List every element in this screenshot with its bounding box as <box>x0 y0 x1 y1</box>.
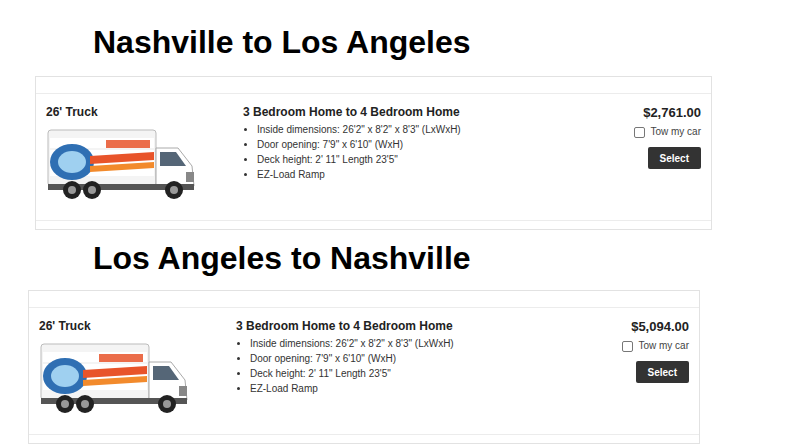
truck-card: 26' Truck 3 Bedroom Home to 4 Bedroom Ho… <box>28 290 700 444</box>
route-section: Nashville to Los Angeles 26' Truck 3 Bedr… <box>0 0 800 230</box>
select-button[interactable]: Select <box>648 147 701 169</box>
spec-item: Inside dimensions: 26'2" x 8'2" x 8'3" (… <box>250 336 622 351</box>
spec-item: Deck height: 2' 11" Length 23'5" <box>250 366 622 381</box>
tow-checkbox[interactable] <box>634 127 645 138</box>
truck-image <box>46 126 243 202</box>
price: $2,761.00 <box>643 104 701 122</box>
price-column: $5,094.00 Tow my car Select <box>622 318 689 416</box>
truck-icon <box>39 340 191 416</box>
truck-row: 26' Truck 3 Bedroom Home to 4 Bedroom Ho… <box>36 93 711 221</box>
tow-checkbox[interactable] <box>622 341 633 352</box>
tow-label: Tow my car <box>638 339 689 353</box>
spec-item: EZ-Load Ramp <box>250 381 622 396</box>
price-column: $2,761.00 Tow my car Select <box>634 104 701 202</box>
spec-item: Door opening: 7'9" x 6'10" (WxH) <box>257 137 634 152</box>
truck-details: 3 Bedroom Home to 4 Bedroom Home Inside d… <box>243 104 634 202</box>
tow-checkbox-row[interactable]: Tow my car <box>634 125 701 139</box>
select-button[interactable]: Select <box>636 361 689 383</box>
truck-card: 26' Truck 3 Bedroom Home to 4 Bedroom Ho… <box>35 76 712 230</box>
truck-description: 3 Bedroom Home to 4 Bedroom Home <box>236 318 622 334</box>
spec-item: EZ-Load Ramp <box>257 167 634 182</box>
truck-icon <box>46 126 198 202</box>
spec-list: Inside dimensions: 26'2" x 8'2" x 8'3" (… <box>257 122 634 182</box>
tow-label: Tow my car <box>650 125 701 139</box>
truck-name: 26' Truck <box>46 104 243 120</box>
spec-item: Door opening: 7'9" x 6'10" (WxH) <box>250 351 622 366</box>
truck-details: 3 Bedroom Home to 4 Bedroom Home Inside d… <box>236 318 622 416</box>
spec-item: Inside dimensions: 26'2" x 8'2" x 8'3" (… <box>257 122 634 137</box>
tow-checkbox-row[interactable]: Tow my car <box>622 339 689 353</box>
truck-row: 26' Truck 3 Bedroom Home to 4 Bedroom Ho… <box>29 307 699 435</box>
truck-name: 26' Truck <box>39 318 236 334</box>
truck-image <box>39 340 236 416</box>
route-section: Los Angeles to Nashville 26' Truck 3 Bedr… <box>0 230 800 444</box>
truck-column: 26' Truck <box>39 318 236 416</box>
price: $5,094.00 <box>631 318 689 336</box>
spec-list: Inside dimensions: 26'2" x 8'2" x 8'3" (… <box>250 336 622 396</box>
route-heading: Los Angeles to Nashville <box>93 238 800 278</box>
truck-column: 26' Truck <box>46 104 243 202</box>
spec-item: Deck height: 2' 11" Length 23'5" <box>257 152 634 167</box>
truck-description: 3 Bedroom Home to 4 Bedroom Home <box>243 104 634 120</box>
route-heading: Nashville to Los Angeles <box>93 22 800 62</box>
